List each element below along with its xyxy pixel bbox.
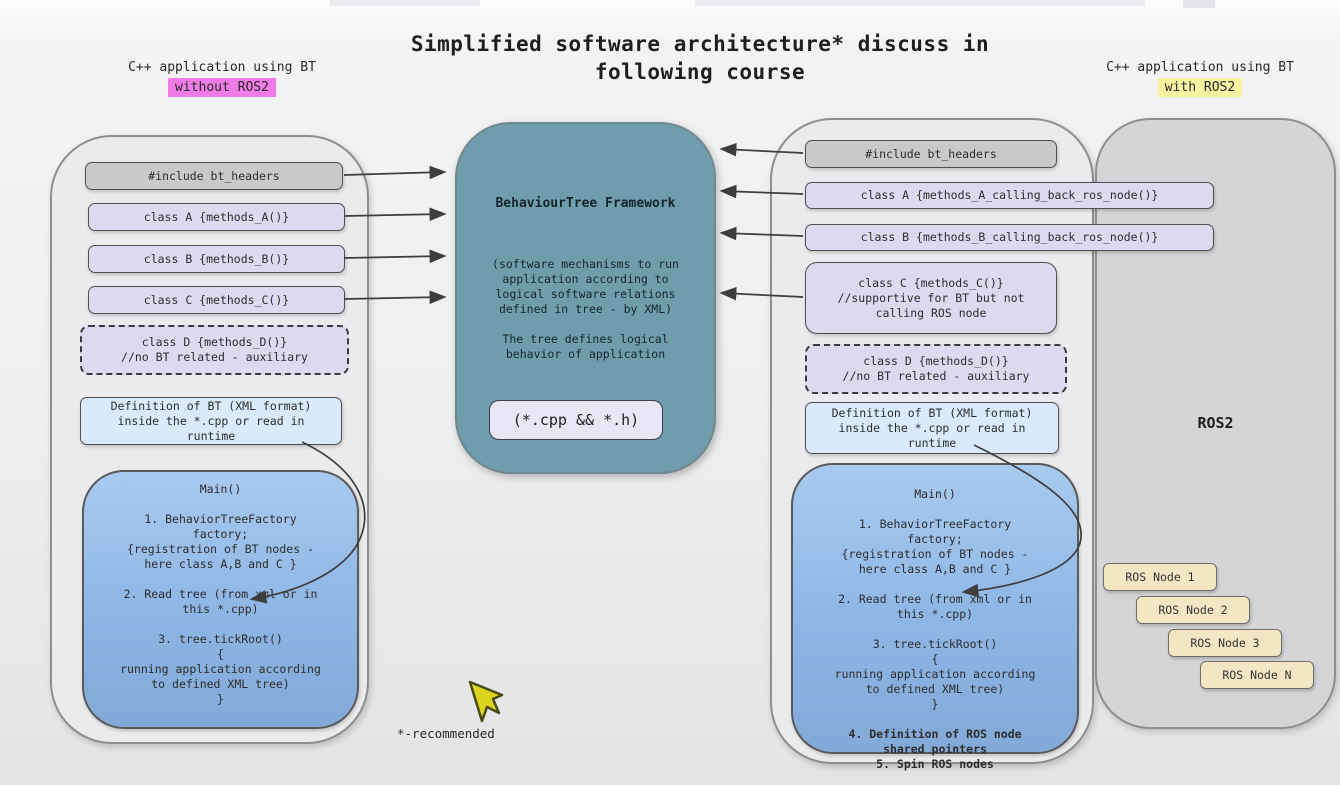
top-edge-artifact xyxy=(330,0,480,6)
right-class-b-box: class B {methods_B_calling_back_ros_node… xyxy=(805,224,1214,251)
right-column-header: C++ application using BT with ROS2 xyxy=(1060,58,1340,97)
right-include-box: #include bt_headers xyxy=(805,140,1057,168)
framework-description: (software mechanisms to run application … xyxy=(457,257,714,362)
framework-files-box: (*.cpp && *.h) xyxy=(489,400,663,440)
left-main-box: Main() 1. BehaviorTreeFactory factory; {… xyxy=(82,470,359,729)
ros-node-2: ROS Node 2 xyxy=(1136,596,1250,624)
left-class-a-box: class A {methods_A()} xyxy=(88,203,345,231)
without-ros2-highlight: without ROS2 xyxy=(168,78,276,97)
left-class-b-box: class B {methods_B()} xyxy=(88,245,345,273)
behaviourtree-framework-box: BehaviourTree Framework (software mechan… xyxy=(455,122,716,474)
right-class-a-box: class A {methods_A_calling_back_ros_node… xyxy=(805,182,1214,209)
recommended-footnote: *-recommended xyxy=(397,726,495,741)
right-main-code: Main() 1. BehaviorTreeFactory factory; {… xyxy=(793,472,1077,787)
right-class-c-box: class C {methods_C()} //supportive for B… xyxy=(805,262,1057,334)
framework-title: BehaviourTree Framework xyxy=(457,196,714,211)
right-header-line1: C++ application using BT xyxy=(1060,58,1340,77)
left-column-header: C++ application using BT without ROS2 xyxy=(82,58,362,97)
top-edge-artifact xyxy=(1183,0,1215,8)
left-class-c-box: class C {methods_C()} xyxy=(88,286,345,314)
right-main-code-ros-steps: 4. Definition of ROS node shared pointer… xyxy=(793,727,1077,772)
ros-node-3: ROS Node 3 xyxy=(1168,629,1282,657)
right-class-d-box: class D {methods_D()} //no BT related - … xyxy=(805,344,1067,394)
left-bt-definition-box: Definition of BT (XML format) inside the… xyxy=(80,397,342,445)
right-bt-definition-box: Definition of BT (XML format) inside the… xyxy=(805,402,1059,454)
slide-canvas: { "title": "Simplified software architec… xyxy=(0,0,1340,785)
ros2-title: ROS2 xyxy=(1097,414,1334,432)
left-header-line1: C++ application using BT xyxy=(82,58,362,77)
left-class-d-box: class D {methods_D()} //no BT related - … xyxy=(80,325,349,375)
top-edge-artifact xyxy=(695,0,1145,6)
slide-title: Simplified software architecture* discus… xyxy=(340,30,1060,86)
with-ros2-highlight: with ROS2 xyxy=(1158,78,1242,97)
left-include-box: #include bt_headers xyxy=(85,162,343,190)
left-main-code: Main() 1. BehaviorTreeFactory factory; {… xyxy=(84,482,357,707)
right-main-code-body: Main() 1. BehaviorTreeFactory factory; {… xyxy=(793,487,1077,712)
right-main-box: Main() 1. BehaviorTreeFactory factory; {… xyxy=(791,463,1079,754)
ros-node-1: ROS Node 1 xyxy=(1103,563,1217,591)
ros-node-n: ROS Node N xyxy=(1200,661,1314,689)
